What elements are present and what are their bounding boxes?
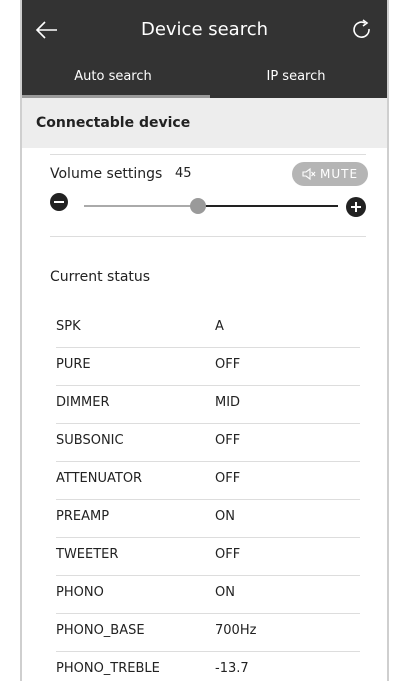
volume-value: 45 (175, 166, 192, 181)
status-key: PREAMP (56, 509, 110, 524)
status-key: PHONO (56, 585, 104, 600)
refresh-icon (353, 19, 370, 38)
tab-auto-search[interactable]: Auto search (22, 60, 204, 98)
status-row: SUBSONIC OFF (56, 423, 360, 462)
volume-decrease-button[interactable] (50, 193, 68, 211)
slider-track-remaining (198, 205, 338, 207)
status-row: PHONO_BASE 700Hz (56, 613, 360, 652)
volume-slider[interactable] (84, 198, 338, 214)
divider (50, 154, 366, 155)
status-row: SPK A (56, 309, 360, 348)
status-row: PREAMP ON (56, 499, 360, 538)
status-value: OFF (215, 547, 241, 562)
mute-label: MUTE (320, 167, 359, 181)
refresh-button[interactable] (349, 17, 375, 43)
status-value: OFF (215, 433, 241, 448)
frame-border-right (387, 0, 389, 681)
status-key: PHONO_TREBLE (56, 661, 160, 676)
volume-increase-button[interactable] (346, 197, 366, 217)
status-value: ON (215, 509, 235, 524)
volume-label: Volume settings (50, 166, 163, 182)
title-bar: Device search (22, 0, 387, 60)
status-value: A (215, 319, 224, 334)
page-title: Device search (140, 19, 269, 40)
status-value: MID (215, 395, 241, 410)
status-key: SPK (56, 319, 81, 334)
status-key: ATTENUATOR (56, 471, 143, 486)
status-key: TWEETER (56, 547, 119, 562)
status-value: 700Hz (215, 623, 257, 638)
search-tabs: Auto search IP search (22, 60, 387, 98)
status-value: ON (215, 585, 235, 600)
status-row: PURE OFF (56, 347, 360, 386)
section-header: Connectable device (22, 98, 387, 148)
status-row: DIMMER MID (56, 385, 360, 424)
divider (50, 236, 366, 237)
slider-thumb[interactable] (190, 198, 207, 214)
status-value: OFF (215, 471, 241, 486)
status-value: OFF (215, 357, 241, 372)
status-row: PHONO_TREBLE -13.7 (56, 651, 360, 681)
slider-fill (84, 205, 199, 207)
status-key: SUBSONIC (56, 433, 124, 448)
status-key: PURE (56, 357, 91, 372)
section-title: Connectable device (36, 115, 191, 131)
mute-button[interactable]: MUTE (292, 162, 368, 186)
status-key: DIMMER (56, 395, 110, 410)
status-row: ATTENUATOR OFF (56, 461, 360, 500)
status-value: -13.7 (215, 661, 249, 676)
speaker-mute-icon (302, 167, 316, 181)
current-status-title: Current status (50, 269, 151, 285)
tab-ip-search[interactable]: IP search (205, 60, 387, 98)
status-row: PHONO ON (56, 575, 360, 614)
status-key: PHONO_BASE (56, 623, 145, 638)
device-settings-panel[interactable]: Volume settings 45 MUTE Current status S… (22, 148, 387, 681)
app-screen: Device search Auto search IP search Conn… (22, 0, 387, 681)
status-row: TWEETER OFF (56, 537, 360, 576)
